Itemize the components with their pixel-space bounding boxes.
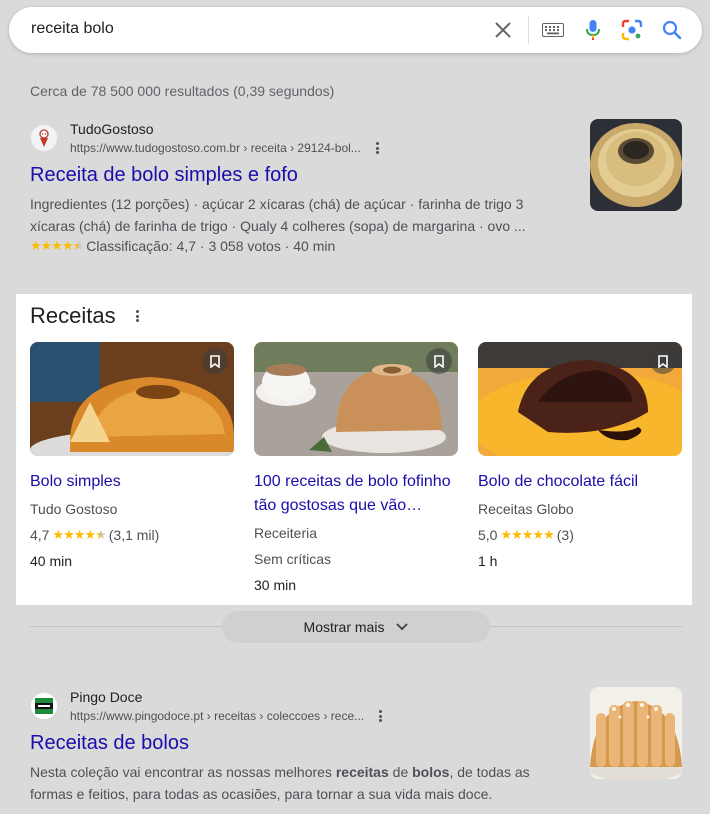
rating-count: (3,1 mil) — [108, 527, 160, 543]
search-icon[interactable] — [660, 18, 684, 42]
recipes-panel: Receitas Bolo simples Tudo Gostoso 4,7 ★… — [16, 294, 692, 605]
snippet-bold: bolos — [412, 764, 450, 780]
snippet-bold: receitas — [335, 764, 389, 780]
snippet-text: , de todas as — [449, 764, 530, 780]
show-more-button[interactable]: Mostrar mais — [222, 611, 490, 643]
snippet-line: xícaras (chá) de farinha de trigo · Qual… — [30, 218, 526, 234]
snippet-line: Nesta coleção vai encontrar as nossas me… — [30, 761, 530, 783]
result-url[interactable]: https://www.pingodoce.pt › receitas › co… — [70, 709, 364, 723]
result-snippet: Nesta coleção vai encontrar as nossas me… — [30, 761, 530, 805]
recipe-time: 1 h — [478, 553, 498, 569]
recipe-time: 30 min — [254, 577, 297, 593]
keyboard-icon[interactable] — [541, 18, 565, 42]
result-title-link[interactable]: Receita de bolo simples e fofo — [30, 164, 298, 187]
recipe-card[interactable]: Bolo de chocolate fácil Receitas Globo 5… — [478, 342, 682, 571]
recipe-reviews: Sem críticas — [254, 551, 332, 567]
pingodoce-favicon — [30, 692, 58, 720]
rating-stars: ★★★★★ — [30, 238, 84, 253]
recipe-title[interactable]: Bolo simples — [30, 470, 234, 494]
rating-count: (3) — [556, 527, 574, 543]
result-snippet: Ingredientes (12 porções) · açúcar 2 xíc… — [30, 193, 526, 237]
tudogostoso-favicon — [30, 124, 58, 152]
more-options-icon[interactable] — [372, 140, 382, 156]
recipe-image[interactable] — [254, 342, 458, 456]
recipe-source: Tudo Gostoso — [30, 501, 118, 517]
result-thumbnail[interactable] — [590, 119, 682, 211]
recipe-card[interactable]: 100 receitas de bolo fofinho tão gostosa… — [254, 342, 458, 595]
recipe-title-line[interactable]: 100 receitas de bolo fofinho — [254, 470, 458, 494]
result-url[interactable]: https://www.tudogostoso.com.br › receita… — [70, 141, 361, 155]
recipe-time: 40 min — [30, 553, 73, 569]
snippet-text: Nesta coleção vai encontrar as nossas me… — [30, 764, 336, 780]
snippet-line: formas e feitios, para todas as ocasiões… — [30, 786, 493, 802]
rating-stars: ★★★★★ — [500, 527, 554, 542]
rating-stars: ★★★★★ — [52, 525, 106, 545]
microphone-icon[interactable] — [581, 18, 605, 42]
snippet-line: Ingredientes (12 porções) · açúcar 2 xíc… — [30, 196, 524, 212]
recipe-card[interactable]: Bolo simples Tudo Gostoso 4,7 ★★★★★ (3,1… — [30, 342, 234, 571]
more-options-icon[interactable] — [375, 708, 385, 724]
recipe-image[interactable] — [478, 342, 682, 456]
search-bar[interactable]: receita bolo — [9, 7, 702, 53]
close-icon[interactable] — [491, 18, 515, 42]
search-divider — [528, 16, 529, 44]
show-more-label: Mostrar mais — [303, 619, 385, 635]
recipes-title: Receitas — [30, 303, 116, 328]
recipe-source: Receiteria — [254, 525, 318, 541]
result-site-name[interactable]: Pingo Doce — [70, 689, 142, 705]
bookmark-icon[interactable] — [202, 348, 228, 374]
recipe-title[interactable]: Bolo de chocolate fácil — [478, 470, 682, 494]
lens-icon[interactable] — [620, 18, 644, 42]
recipe-rating: 5,0 ★★★★★ (3) — [478, 525, 682, 545]
rating-text: Classificação: 4,7 · 3 058 votos · 40 mi… — [86, 238, 336, 254]
recipe-title[interactable]: 100 receitas de bolo fofinho tão gostosa… — [254, 470, 458, 518]
snippet-text: de — [388, 764, 413, 780]
result-stats: Cerca de 78 500 000 resultados (0,39 seg… — [30, 83, 335, 99]
more-options-icon[interactable] — [132, 308, 142, 324]
bookmark-icon[interactable] — [650, 348, 676, 374]
result-thumbnail[interactable] — [590, 687, 682, 779]
rating-value: 4,7 — [30, 527, 50, 543]
recipe-source: Receitas Globo — [478, 501, 574, 517]
result-site-name[interactable]: TudoGostoso — [70, 121, 154, 137]
result-title-link[interactable]: Receitas de bolos — [30, 732, 189, 755]
rating-value: 5,0 — [478, 527, 498, 543]
rating-row: ★★★★★ Classificação: 4,7 · 3 058 votos ·… — [30, 238, 335, 254]
recipe-title-line[interactable]: tão gostosas que vão… — [254, 494, 458, 518]
chevron-down-icon — [396, 623, 409, 631]
recipe-rating: 4,7 ★★★★★ (3,1 mil) — [30, 525, 234, 545]
bookmark-icon[interactable] — [426, 348, 452, 374]
recipe-image[interactable] — [30, 342, 234, 456]
search-input[interactable]: receita bolo — [31, 20, 114, 38]
